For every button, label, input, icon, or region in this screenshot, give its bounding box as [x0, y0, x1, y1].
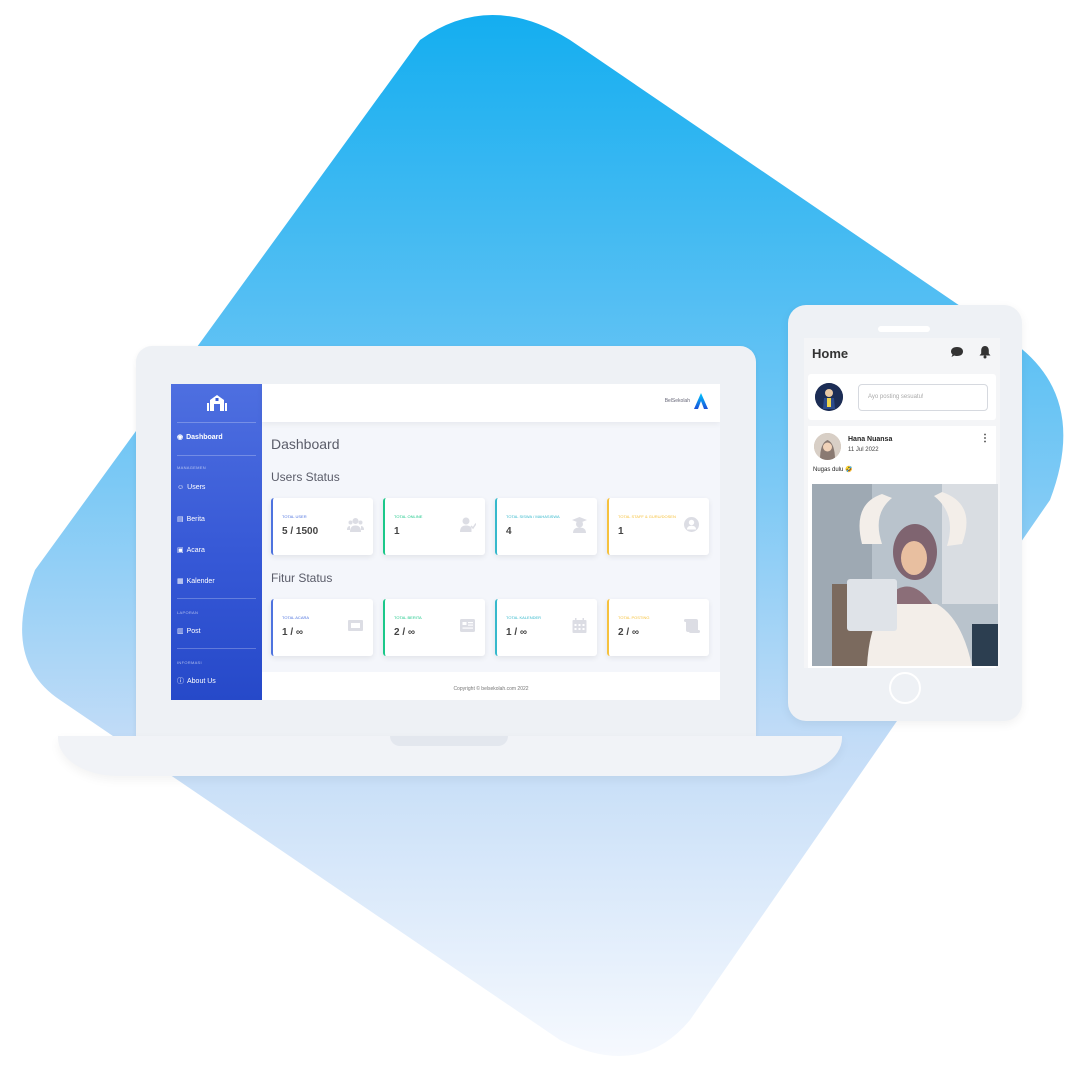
staff-icon — [684, 517, 699, 532]
phone-screen: Home Ayo posting sesuatu! Hana Nuansa 11… — [804, 338, 1000, 668]
school-logo-icon[interactable] — [207, 394, 227, 412]
dashboard-screen: ◉ Dashboard MANAGEMEN ☺ Users ▤ Berita ▣… — [171, 384, 720, 700]
sidebar-item-berita[interactable]: ▤ Berita — [177, 516, 205, 523]
stat-card-value: 2 / ∞ — [618, 627, 640, 638]
brand-name: BelSekolah — [664, 398, 690, 404]
sidebar-divider — [177, 455, 256, 456]
compose-box: Ayo posting sesuatu! — [808, 374, 996, 420]
users-group-icon — [347, 518, 364, 532]
phone-title: Home — [812, 346, 849, 361]
stat-card[interactable]: TOTAL ONLINE 1 — [383, 498, 485, 555]
stat-card-value: 1 — [394, 526, 400, 537]
calendar-grid-icon — [572, 618, 587, 633]
laptop-notch — [390, 736, 508, 746]
stat-card-label: TOTAL STAFF & GURU/DOSEN — [618, 514, 676, 519]
sidebar-item-label: Dashboard — [186, 434, 223, 441]
stat-card[interactable]: TOTAL POSTING 2 / ∞ — [607, 599, 709, 656]
sidebar-item-kalender[interactable]: ▦ Kalender — [177, 578, 215, 585]
stat-card-value: 5 / 1500 — [282, 526, 319, 537]
stat-card[interactable]: TOTAL USER 5 / 1500 — [271, 498, 373, 555]
users-status-title: Users Status — [271, 470, 340, 484]
post-author-avatar[interactable] — [814, 433, 841, 460]
stat-card-value: 1 / ∞ — [506, 627, 528, 638]
chat-icon[interactable] — [950, 345, 964, 359]
sidebar-heading: MANAGEMEN — [177, 465, 206, 470]
brand[interactable]: BelSekolah — [665, 393, 708, 409]
scroll-icon — [684, 619, 700, 633]
stat-card[interactable]: TOTAL KALENDER 1 / ∞ — [495, 599, 597, 656]
copyright-text: Copyright © belsekolah.com 2022 — [453, 686, 529, 692]
sidebar-item-about-us[interactable]: ⓘ About Us — [177, 678, 216, 685]
sidebar-item-label: Acara — [186, 547, 205, 554]
info-icon: ⓘ — [177, 678, 184, 685]
stat-card-value: 4 — [506, 526, 512, 537]
fitur-status-title: Fitur Status — [271, 571, 333, 585]
sidebar-divider — [177, 648, 256, 649]
sidebar-item-acara[interactable]: ▣ Acara — [177, 547, 205, 554]
post-icon: ▥ — [177, 628, 184, 635]
sidebar-item-label: About Us — [187, 678, 216, 685]
calendar-icon: ▦ — [177, 578, 184, 585]
stat-card-label: TOTAL BERITA — [394, 615, 422, 620]
sidebar-item-label: Users — [187, 484, 206, 491]
home-button[interactable] — [889, 672, 921, 704]
users-icon: ☺ — [177, 484, 185, 491]
sidebar-item-label: Post — [186, 628, 201, 635]
sidebar-item-label: Kalender — [186, 578, 215, 585]
newspaper-icon — [460, 619, 475, 632]
bell-icon[interactable] — [978, 345, 992, 359]
post-author-name[interactable]: Hana Nuansa — [848, 436, 892, 443]
sidebar-heading: LAPORAN — [177, 610, 199, 615]
post-photo[interactable] — [812, 484, 998, 666]
sidebar-item-post[interactable]: ▥ Post — [177, 628, 201, 635]
sidebar-item-users[interactable]: ☺ Users — [177, 484, 205, 491]
footer: Copyright © belsekolah.com 2022 — [262, 672, 720, 700]
stat-card-label: TOTAL USER — [282, 514, 307, 519]
compose-input[interactable]: Ayo posting sesuatu! — [858, 384, 988, 411]
stat-card-label: TOTAL ONLINE — [394, 514, 423, 519]
dashboard-icon: ◉ — [177, 434, 184, 441]
sidebar-item-label: Berita — [186, 516, 205, 523]
user-check-icon — [460, 517, 476, 532]
post-text: Nugas dulu 🤣 — [813, 467, 853, 473]
more-options-icon[interactable]: ⋮ — [980, 433, 990, 444]
stat-card[interactable]: TOTAL BERITA 2 / ∞ — [383, 599, 485, 656]
sidebar-heading: INFORMASI — [177, 660, 202, 665]
stat-card-label: TOTAL ACARA — [282, 615, 310, 620]
ticket-icon — [348, 620, 363, 631]
stat-card-label: TOTAL SISWA / MAHASISWA — [506, 514, 560, 519]
stat-card[interactable]: TOTAL ACARA 1 / ∞ — [271, 599, 373, 656]
graduate-icon — [572, 517, 587, 533]
stat-card[interactable]: TOTAL STAFF & GURU/DOSEN 1 — [607, 498, 709, 555]
stat-card-label: TOTAL KALENDER — [506, 615, 542, 620]
phone-header: Home — [804, 338, 1000, 368]
phone-frame: Home Ayo posting sesuatu! Hana Nuansa 11… — [788, 305, 1022, 721]
stat-card-value: 1 — [618, 526, 624, 537]
user-avatar[interactable] — [815, 383, 843, 411]
sidebar-divider — [177, 598, 256, 599]
brand-logo-icon — [694, 393, 708, 409]
stat-card-label: TOTAL POSTING — [618, 615, 650, 620]
post-card: Hana Nuansa 11 Jul 2022 ⋮ Nugas dulu 🤣 — [808, 426, 998, 668]
news-icon: ▤ — [177, 516, 184, 523]
page-title: Dashboard — [271, 436, 340, 452]
stat-card[interactable]: TOTAL SISWA / MAHASISWA 4 — [495, 498, 597, 555]
sidebar: ◉ Dashboard MANAGEMEN ☺ Users ▤ Berita ▣… — [171, 384, 262, 700]
phone-speaker — [878, 326, 930, 332]
topbar: BelSekolah — [262, 384, 720, 422]
sidebar-item-dashboard[interactable]: ◉ Dashboard — [177, 434, 223, 441]
event-icon: ▣ — [177, 547, 184, 554]
sidebar-divider — [177, 422, 256, 423]
post-date: 11 Jul 2022 — [848, 447, 879, 453]
stat-card-value: 2 / ∞ — [394, 627, 416, 638]
stat-card-value: 1 / ∞ — [282, 627, 304, 638]
